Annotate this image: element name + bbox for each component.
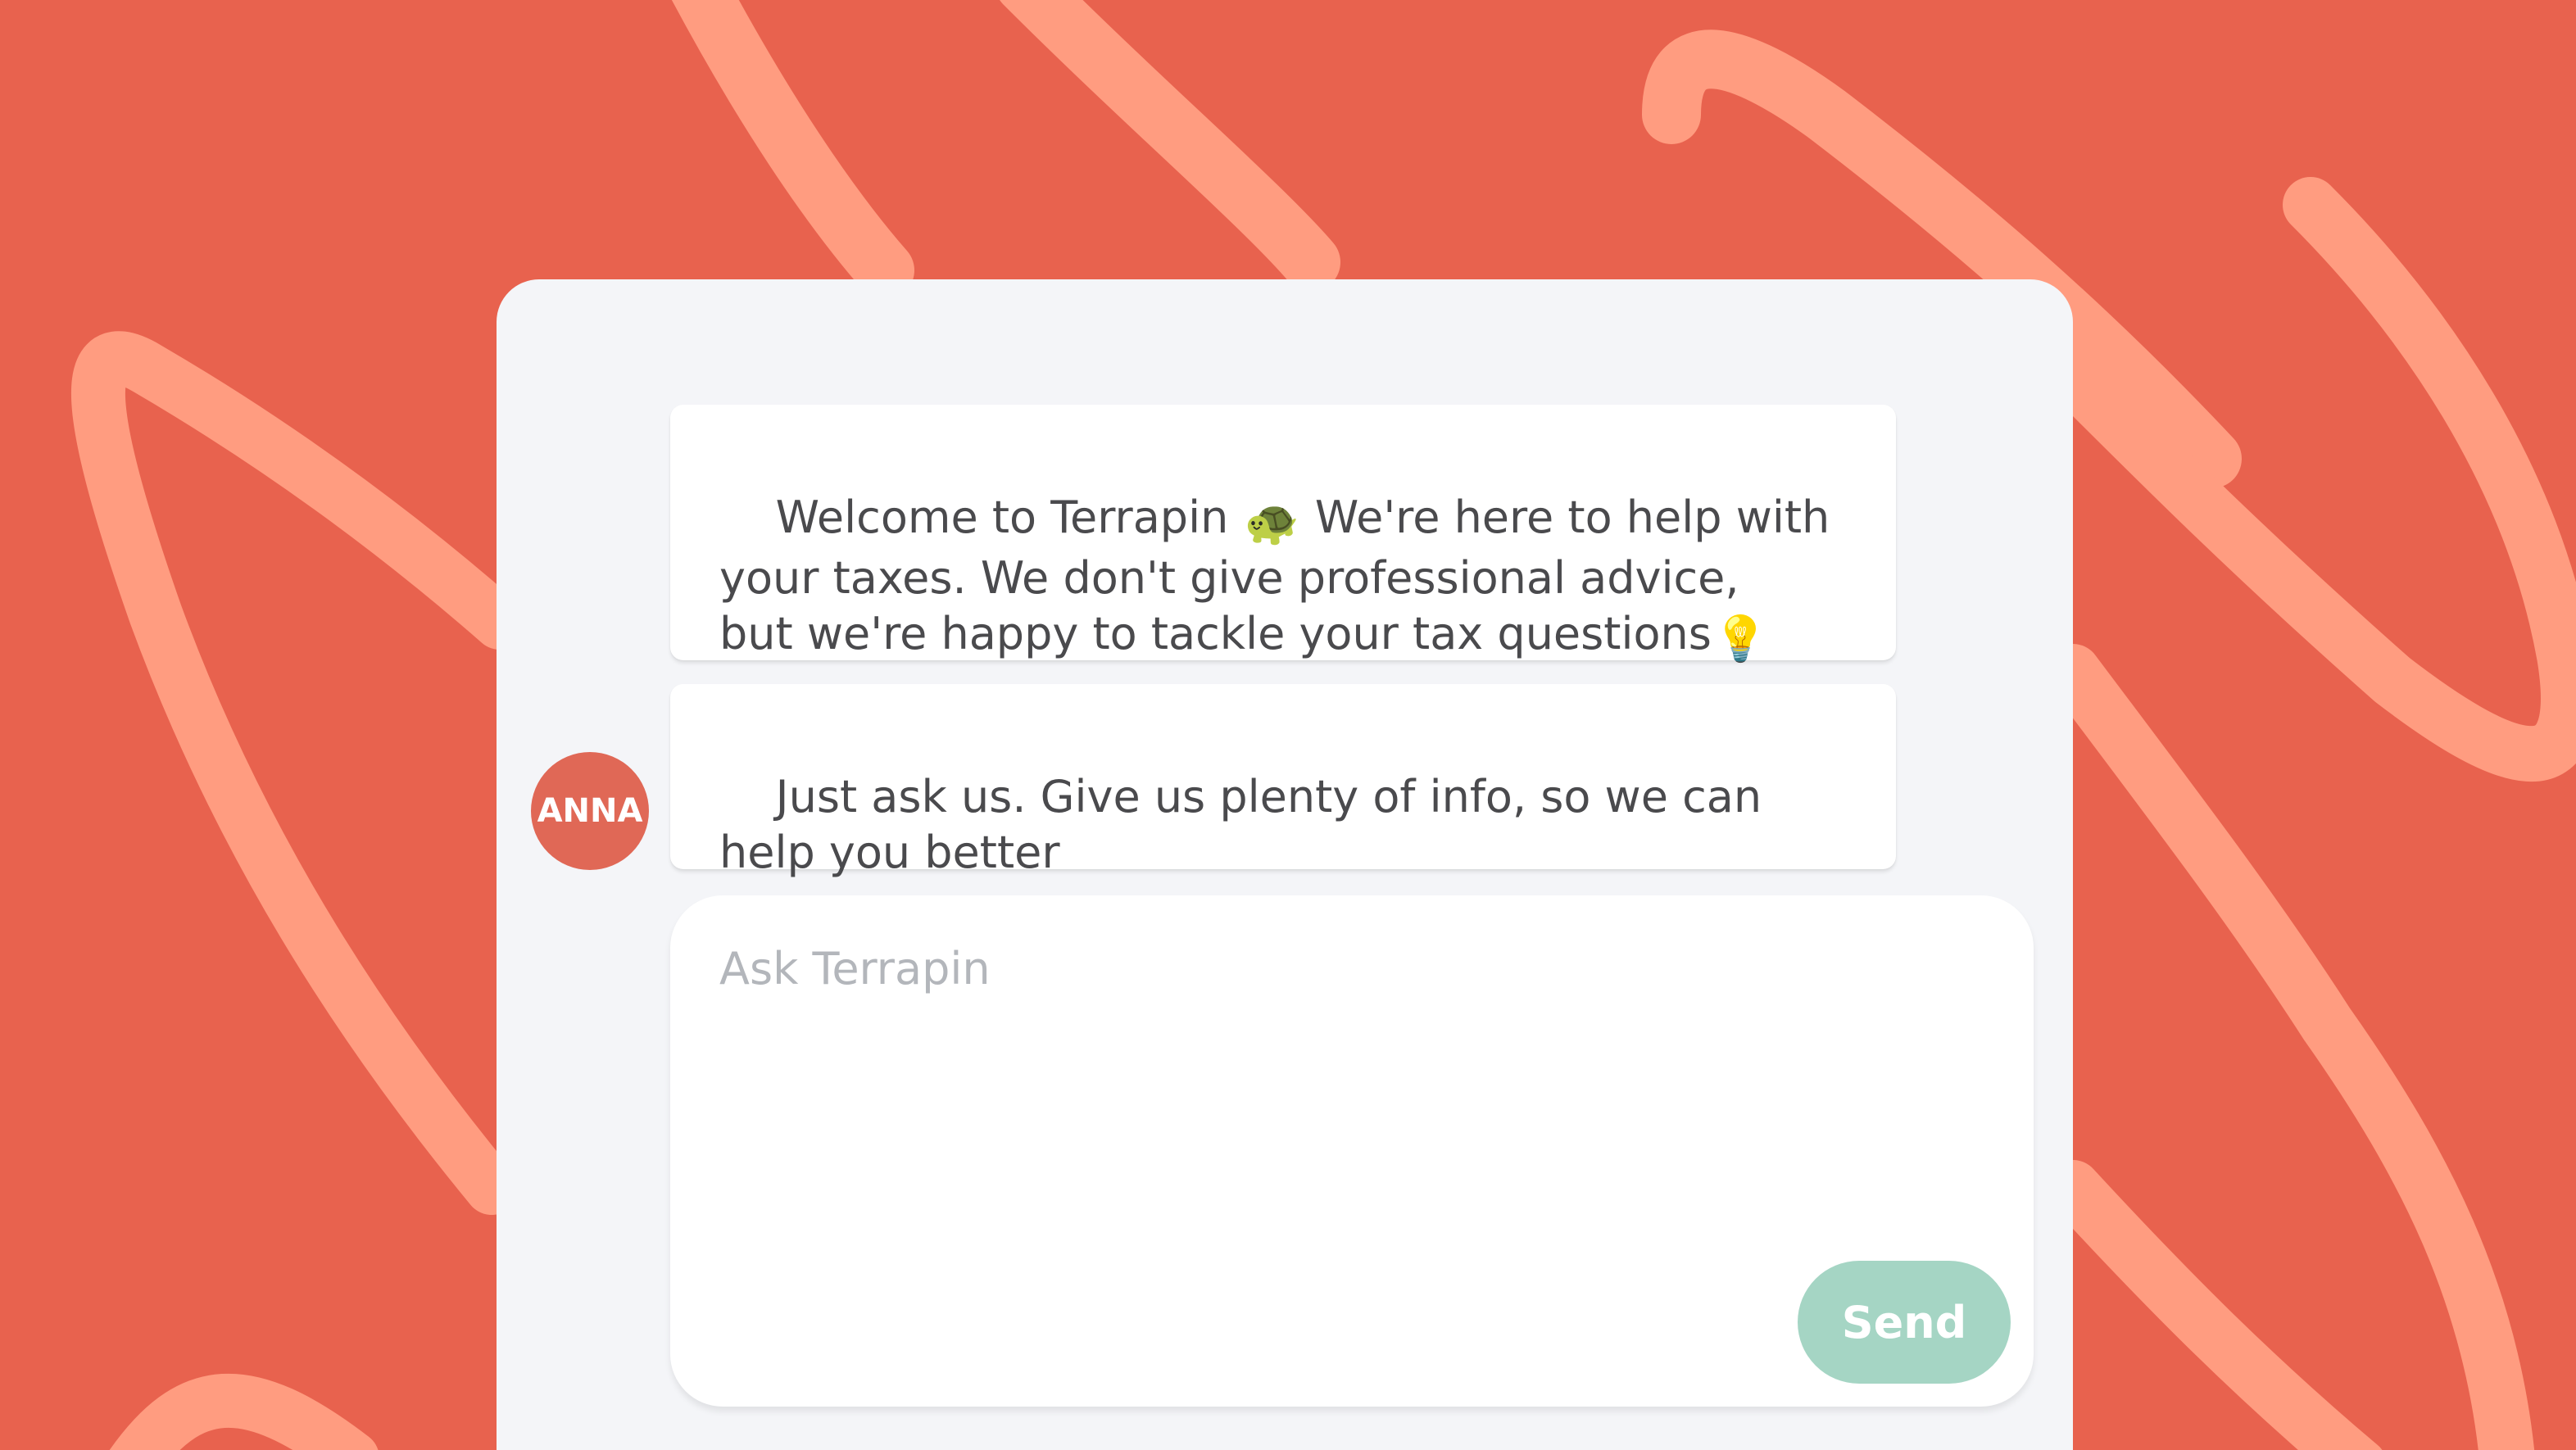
message-composer: Send — [670, 895, 2034, 1407]
message-text: Just ask us. Give us plenty of info, so … — [775, 771, 1762, 822]
message-input[interactable] — [719, 941, 1981, 1285]
bg-swirl-left — [70, 331, 527, 1215]
message-text: your taxes. We don't give professional a… — [719, 552, 1739, 604]
send-button[interactable]: Send — [1798, 1261, 2011, 1384]
turtle-icon: 🐢 — [1244, 496, 1299, 548]
bg-swirl-bottom-left — [109, 1373, 379, 1450]
avatar-label: ANNA — [537, 792, 643, 830]
avatar: ANNA — [531, 752, 649, 870]
chat-message-ask: Just ask us. Give us plenty of info, so … — [670, 684, 1896, 878]
chat-panel: Welcome to Terrapin 🐢 We're here to help… — [497, 279, 2073, 1450]
bg-swirl-right-loop — [2037, 177, 2576, 782]
bg-swirl-right-lower — [2045, 644, 2535, 1450]
bg-swirl-bottom-right — [2045, 1160, 2383, 1450]
message-text: but we're happy to tackle your tax quest… — [719, 608, 1712, 659]
message-text: help you better — [719, 827, 1060, 878]
message-text: Welcome to Terrapin — [775, 492, 1243, 543]
lightbulb-icon: 💡 — [1712, 613, 1769, 664]
bg-swirl-top-left — [671, 0, 914, 300]
message-text: We're here to help with — [1300, 492, 1830, 543]
bg-swirl-top-center — [1000, 0, 1340, 292]
chat-message-welcome: Welcome to Terrapin 🐢 We're here to help… — [670, 405, 1896, 664]
